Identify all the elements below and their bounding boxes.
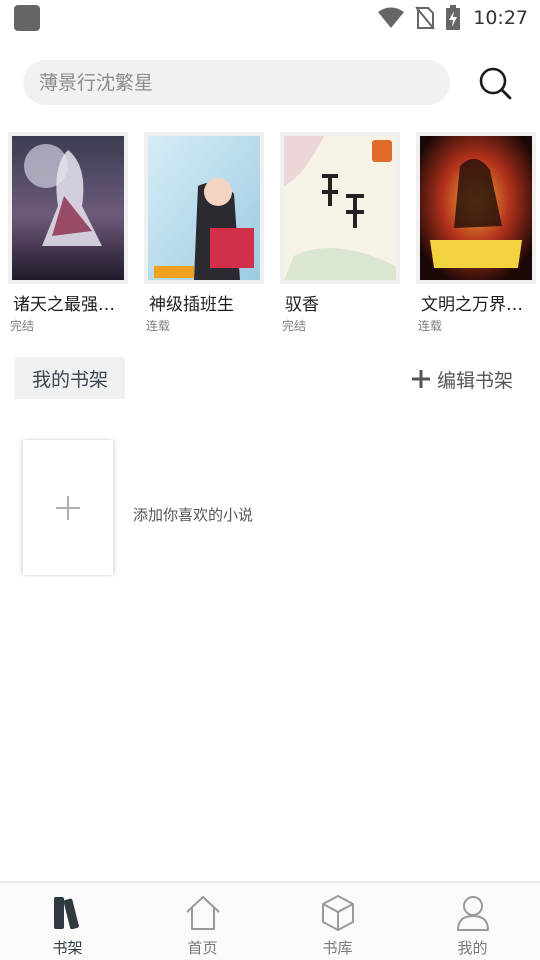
- book-status: 连载: [418, 319, 443, 333]
- nav-label: 首页: [187, 939, 218, 957]
- battery-charging-icon: [446, 5, 461, 30]
- nav-label: 书库: [322, 939, 353, 957]
- book-cover: [8, 132, 128, 284]
- profile-icon: [453, 893, 493, 933]
- book-status: 连载: [146, 319, 171, 333]
- home-icon: [183, 893, 223, 933]
- book-cover: [280, 132, 400, 284]
- status-icons: 10:27: [377, 3, 528, 33]
- edit-bookshelf-button[interactable]: 编辑书架: [411, 364, 513, 394]
- search-bar[interactable]: [23, 60, 450, 105]
- nav-label: 书架: [52, 939, 83, 957]
- search-button[interactable]: [476, 64, 514, 102]
- status-time: 10:27: [473, 7, 528, 29]
- book-card[interactable]: 文明之万界领主 连载: [416, 132, 536, 334]
- book-cover: [416, 132, 536, 284]
- add-novel-hint: 添加你喜欢的小说: [133, 506, 254, 524]
- library-box-icon: [318, 893, 358, 933]
- edit-bookshelf-label: 编辑书架: [436, 369, 513, 392]
- nav-library[interactable]: 书库: [270, 883, 405, 960]
- my-bookshelf-tab[interactable]: 我的书架: [15, 357, 125, 399]
- book-card[interactable]: 诸天之最强Boss 完结: [8, 132, 128, 334]
- book-title: 诸天之最强Boss: [13, 295, 120, 315]
- book-status: 完结: [10, 319, 35, 333]
- add-icon: [56, 495, 80, 520]
- book-title: 神级插班生: [149, 295, 234, 315]
- nav-home[interactable]: 首页: [135, 883, 270, 960]
- status-bar: 10:27: [0, 0, 540, 38]
- app-icon: [14, 5, 40, 31]
- nav-label: 我的: [457, 939, 488, 957]
- book-card[interactable]: 驭香 完结: [280, 132, 400, 334]
- search-input[interactable]: [39, 71, 450, 94]
- bottom-nav: 书架 首页 书库 我的: [0, 881, 540, 960]
- bookshelf-icon: [48, 893, 88, 933]
- nav-profile[interactable]: 我的: [405, 883, 540, 960]
- plus-icon: [411, 370, 430, 388]
- nav-bookshelf[interactable]: 书架: [0, 883, 135, 960]
- search-icon: [479, 67, 512, 100]
- no-sim-icon: [415, 6, 436, 30]
- book-cover: [144, 132, 264, 284]
- book-title: 文明之万界领主: [421, 295, 528, 315]
- book-title: 驭香: [285, 295, 319, 315]
- book-status: 完结: [282, 319, 307, 333]
- wifi-icon: [378, 7, 405, 28]
- add-novel-card[interactable]: [23, 440, 113, 575]
- book-card[interactable]: 神级插班生 连载: [144, 132, 264, 334]
